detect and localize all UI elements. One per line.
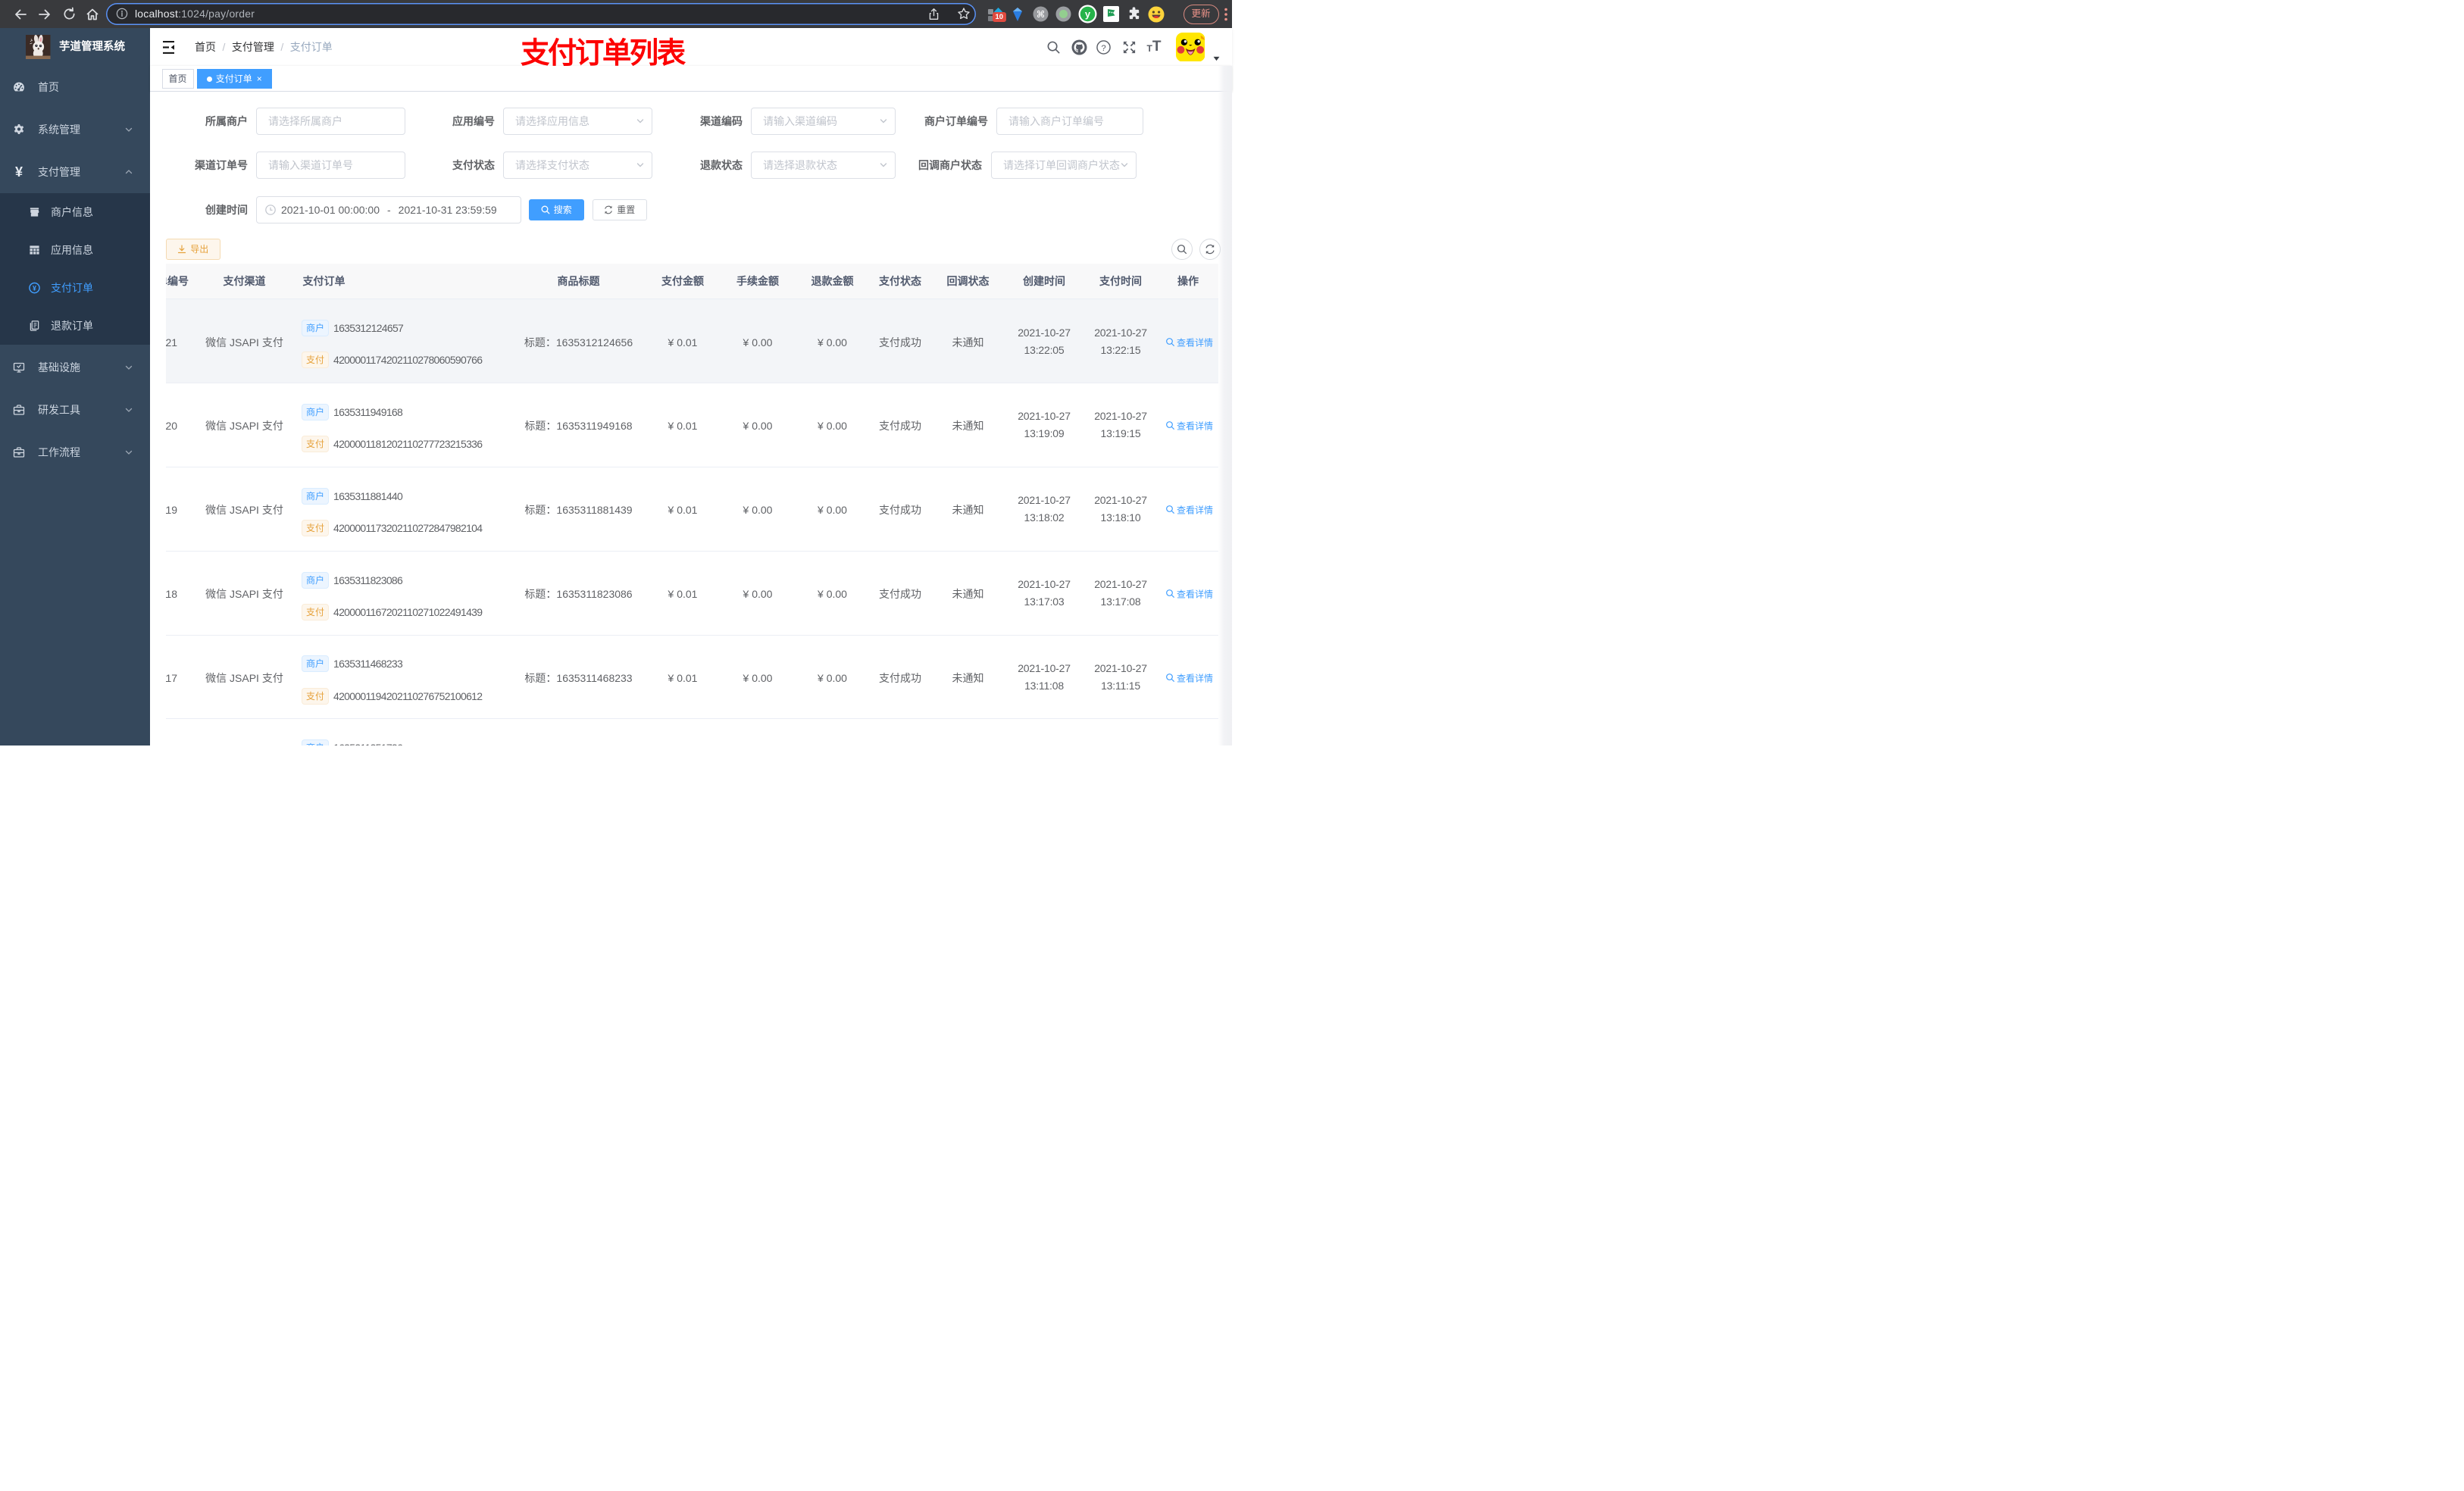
svg-text:⌘: ⌘: [1036, 9, 1045, 20]
svg-text:?: ?: [1101, 43, 1105, 52]
svg-text:y: y: [1084, 8, 1090, 20]
svg-text:¥: ¥: [33, 284, 36, 292]
